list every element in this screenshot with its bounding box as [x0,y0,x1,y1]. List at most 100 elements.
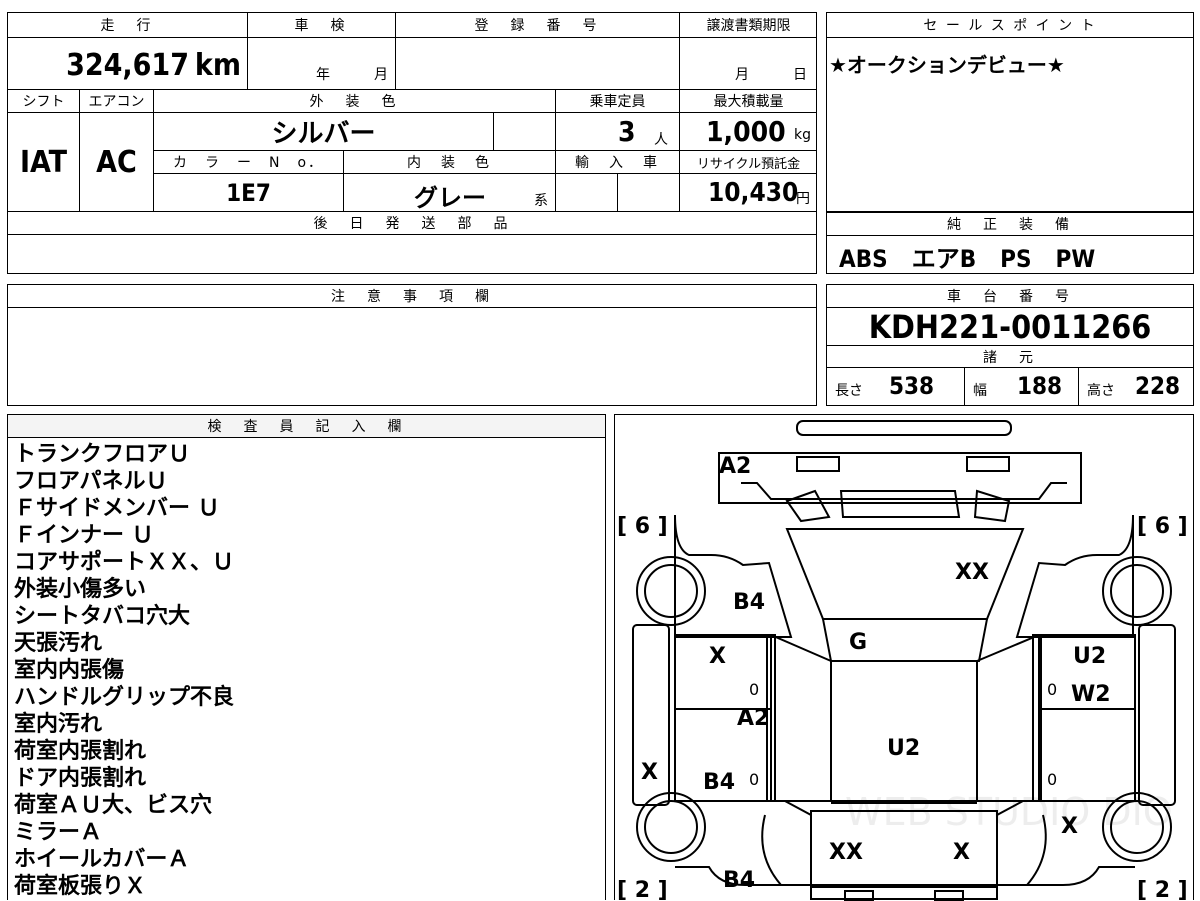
transfer-deadline-cell: 月 日 [680,38,817,90]
tire-front-right: [ 6 ] [1137,514,1188,539]
tire-front-left: [ 6 ] [617,514,668,539]
inspector-line: Ｆサイドメンバー Ｕ [14,496,220,521]
capacity-header: 乗車定員 [556,90,680,113]
inspection-cell: 年 月 [248,38,396,90]
chassis-box: 車 台 番 号 KDH221-0011266 諸 元 長さ 538 幅 188 … [826,284,1194,406]
mileage-value: 324,617 [66,48,189,83]
car-diagram-box: [ 6 ] [ 6 ] [ 2 ] [ 2 ] A2 XX B4 G X U2 … [614,414,1194,901]
later-parts-header: 後 日 発 送 部 品 [8,212,817,235]
import-cell-b [618,174,680,212]
inspector-line: ミラーＡ [14,820,103,845]
chassis-header: 車 台 番 号 [827,285,1193,308]
mark-front-bumper: A2 [719,454,751,479]
mileage-unit: km [194,48,241,83]
equipment-box: 純 正 装 備 ABS エアB PS PW [826,212,1194,274]
aircon-value: AC [80,113,154,212]
equipment-header: 純 正 装 備 [827,213,1193,236]
inspector-line: 天張汚れ [14,631,103,656]
sales-point-text: ★オークションデビュー★ [829,53,1065,77]
length-value: 538 [889,372,935,400]
mileage-cell: 324,617 km [8,38,248,90]
inspector-line: 室内汚れ [14,712,103,737]
inspector-line: 外装小傷多い [14,577,147,602]
inspector-line: フロアパネルＵ [14,469,168,494]
max-load-cell: 1,000 kg [680,113,817,151]
mark-hood: XX [955,560,989,585]
watermark: WEB STUDIO DIO [845,790,1173,834]
height-cell: 高さ 228 [1079,368,1193,405]
car-diagram: [ 6 ] [ 6 ] [ 2 ] [ 2 ] A2 XX B4 G X U2 … [617,420,1188,901]
transfer-deadline-header: 譲渡書類期限 [680,13,817,38]
height-value: 228 [1135,372,1181,400]
capacity-value: 3 [618,115,636,148]
aircon-header: エアコン [80,90,154,113]
inspector-line: 荷室内張割れ [14,739,147,764]
mark-rear-bumper: B4 [723,868,755,893]
registration-header: 登 録 番 号 [396,13,680,38]
sales-point-header: セ ー ル ス ポ イ ン ト [827,13,1193,38]
chassis-number: KDH221-0011266 [827,308,1193,346]
max-load-unit: kg [794,127,811,143]
inspector-line: 荷室板張りＸ [14,874,147,899]
color-no-value: 1E7 [154,174,344,212]
mark-left-side: X [641,760,658,785]
zero-mark: 0 [1047,770,1057,789]
width-label: 幅 [973,383,987,399]
vehicle-info-table: 走 行 車 検 登 録 番 号 譲渡書類期限 324,617 km 年 月 月 … [7,12,817,274]
width-value: 188 [1017,372,1063,400]
exterior-color-value: シルバー [154,113,494,151]
inspector-line: ホイールカバーＡ [14,847,190,872]
inspector-line: トランクフロアＵ [14,442,191,467]
interior-color-cell: グレー 系 [344,174,556,212]
inspector-line: Ｆインナー Ｕ [14,523,154,548]
shift-header: シフト [8,90,80,113]
interior-color-header: 内 装 色 [344,151,556,174]
exterior-color-extra [494,113,556,151]
exterior-color-header: 外 装 色 [154,90,556,113]
max-load-header: 最大積載量 [680,90,817,113]
tire-rear-right: [ 2 ] [1137,878,1188,901]
specs-header: 諸 元 [827,346,1193,368]
max-load-value: 1,000 [706,115,786,148]
zero-mark: 0 [1047,680,1057,699]
mark-left-front-fender: B4 [733,590,765,615]
mark-right-front-door: U2 [1073,644,1106,669]
mark-left-rear-door: B4 [703,770,735,795]
inspector-line: 室内内張傷 [14,658,125,683]
recycle-unit: 円 [796,191,810,207]
inspector-line: ハンドルグリップ不良 [14,685,235,710]
transfer-day-label: 日 [793,67,807,83]
length-label: 長さ [835,383,863,399]
inspector-line: コアサポートＸＸ、Ｕ [14,550,235,575]
mileage-header: 走 行 [8,13,248,38]
inspector-header: 検 査 員 記 入 欄 [8,415,605,438]
inspector-line: 荷室ＡＵ大、ビス穴 [14,793,213,818]
equipment-text: ABS エアB PS PW [839,245,1096,273]
height-label: 高さ [1087,383,1115,399]
mark-windshield: G [849,630,867,655]
import-header: 輸 入 車 [556,151,680,174]
notes-box: 注 意 事 項 欄 [7,284,817,406]
registration-cell [396,38,680,90]
length-cell: 長さ 538 [827,368,965,405]
inspection-month-label: 月 [374,67,388,83]
capacity-unit: 人 [654,132,668,148]
zero-mark: 0 [749,770,759,789]
mark-rear-left: XX [829,840,863,865]
inspector-line: ドア内張割れ [14,766,147,791]
mark-rear-right: X [953,840,970,865]
interior-color-suffix: 系 [534,193,548,209]
inspection-header: 車 検 [248,13,396,38]
inspector-lines: トランクフロアＵ フロアパネルＵ Ｆサイドメンバー Ｕ Ｆインナー Ｕ コアサポ… [14,441,234,900]
import-cell-a [556,174,618,212]
zero-mark: 0 [749,680,759,699]
notes-header: 注 意 事 項 欄 [8,285,816,308]
recycle-header: リサイクル預託金 [680,151,817,174]
capacity-cell: 3 人 [556,113,680,151]
tire-rear-left: [ 2 ] [617,878,668,901]
color-no-header: カ ラ ー N o． [154,151,344,174]
shift-value: IAT [8,113,80,212]
mark-left-pillar: A2 [737,706,769,731]
width-cell: 幅 188 [965,368,1079,405]
mark-right-front-door-lower: W2 [1071,682,1111,707]
